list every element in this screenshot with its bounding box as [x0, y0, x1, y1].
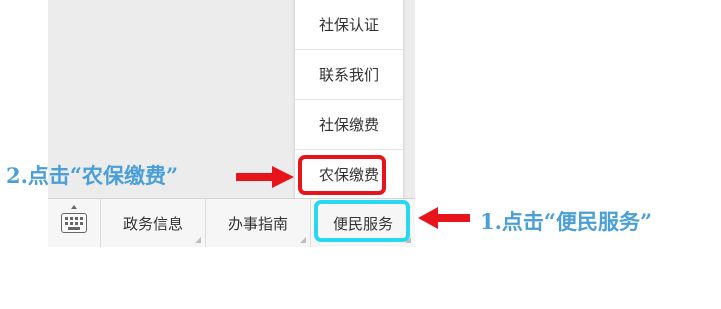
- highlight-box-tab: [314, 200, 410, 242]
- submenu-corner-icon: [195, 237, 201, 243]
- keyboard-icon: [61, 213, 87, 233]
- tab-label: 政务信息: [122, 214, 183, 233]
- annotation-step-2: 2.点击“农保缴费”: [6, 163, 179, 188]
- menu-item-social-security-auth[interactable]: 社保认证: [295, 0, 403, 50]
- arrow-left-icon: [418, 207, 470, 229]
- caret-up-icon: [71, 205, 77, 209]
- tab-service-guide[interactable]: 办事指南: [205, 199, 310, 247]
- annotation-step-1: 1.点击“便民服务”: [480, 209, 653, 234]
- arrow-right-icon: [236, 166, 294, 188]
- tab-government-info[interactable]: 政务信息: [100, 199, 205, 247]
- highlight-box-menu: [298, 155, 386, 195]
- submenu-corner-icon: [300, 237, 306, 243]
- menu-item-contact-us[interactable]: 联系我们: [295, 50, 403, 100]
- menu-item-social-security-payment[interactable]: 社保缴费: [295, 100, 403, 150]
- tab-label: 办事指南: [227, 214, 288, 233]
- keyboard-toggle-button[interactable]: [48, 199, 100, 247]
